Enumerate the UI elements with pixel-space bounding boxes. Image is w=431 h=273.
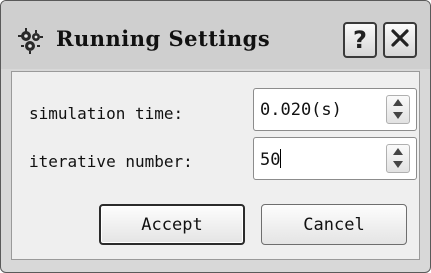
simulation-time-label: simulation time: bbox=[29, 104, 184, 123]
iterative-number-label: iterative number: bbox=[29, 152, 193, 171]
arrow-up-icon bbox=[393, 99, 403, 106]
close-icon bbox=[389, 27, 411, 53]
help-icon: ? bbox=[353, 26, 367, 54]
decrement-button[interactable] bbox=[387, 159, 409, 172]
iterative-number-input[interactable]: 50 bbox=[260, 149, 282, 170]
increment-button[interactable] bbox=[387, 97, 409, 110]
help-button[interactable]: ? bbox=[343, 22, 377, 58]
close-button[interactable] bbox=[383, 22, 417, 58]
title-bar[interactable]: Running Settings ? bbox=[1, 1, 430, 69]
arrow-down-icon bbox=[393, 112, 403, 119]
iterative-number-spinbox[interactable]: 50 bbox=[253, 137, 417, 180]
running-settings-dialog: Running Settings ? simulation time: 0.02… bbox=[0, 0, 431, 273]
decrement-button[interactable] bbox=[387, 110, 409, 123]
text-cursor bbox=[280, 149, 282, 168]
iterative-number-stepper[interactable] bbox=[386, 144, 410, 173]
simulation-time-spinbox[interactable]: 0.020(s) bbox=[253, 88, 417, 131]
increment-button[interactable] bbox=[387, 146, 409, 159]
accept-button[interactable]: Accept bbox=[99, 204, 245, 245]
settings-panel: simulation time: 0.020(s) iterative numb… bbox=[11, 71, 420, 260]
window-title: Running Settings bbox=[56, 26, 271, 51]
arrow-up-icon bbox=[393, 148, 403, 155]
simulation-time-stepper[interactable] bbox=[386, 95, 410, 124]
arrow-down-icon bbox=[393, 161, 403, 168]
iterative-number-value: 50 bbox=[260, 150, 281, 170]
cancel-button[interactable]: Cancel bbox=[261, 204, 407, 245]
gear-cluster-icon bbox=[17, 27, 45, 55]
simulation-time-value: 0.020(s) bbox=[260, 100, 342, 120]
